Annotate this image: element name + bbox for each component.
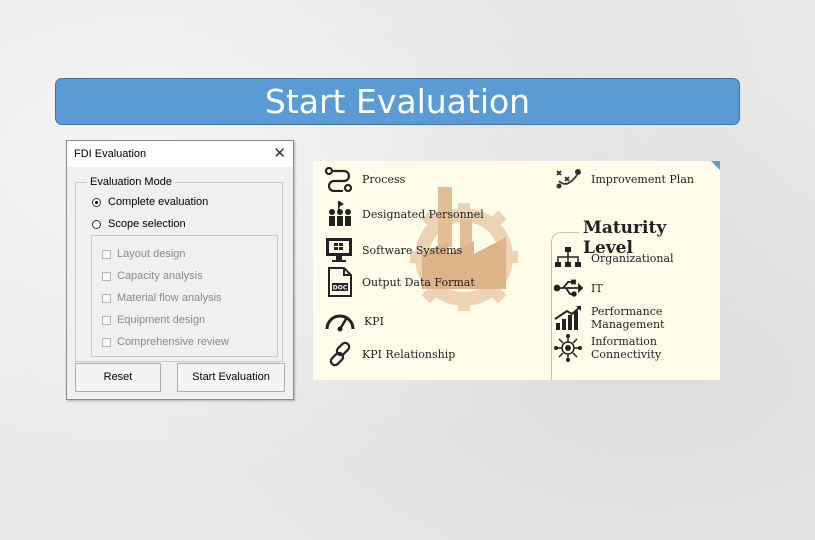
item-label: Organizational bbox=[591, 251, 674, 265]
maturity-item-it: IT bbox=[553, 278, 603, 298]
panel-item-output-data-format: DOC Output Data Format bbox=[326, 266, 475, 298]
process-icon bbox=[324, 166, 353, 192]
panel-item-kpi: KPI bbox=[324, 310, 384, 332]
reset-button[interactable]: Reset bbox=[75, 363, 161, 392]
checkbox-icon[interactable] bbox=[102, 293, 111, 303]
radio-label: Complete evaluation bbox=[108, 196, 209, 208]
growth-chart-icon bbox=[554, 306, 581, 330]
link-icon bbox=[329, 341, 351, 367]
radio-label: Scope selection bbox=[108, 218, 186, 230]
monitor-icon bbox=[326, 238, 352, 262]
item-label: Designated Personnel bbox=[362, 207, 484, 221]
org-chart-icon bbox=[555, 247, 581, 267]
evaluation-mode-label: Evaluation Mode bbox=[87, 176, 175, 188]
dialog-titlebar: FDI Evaluation ✕ bbox=[67, 141, 293, 167]
gauge-icon bbox=[325, 314, 355, 332]
scope-options-group: Layout design Capacity analysis Material… bbox=[91, 235, 278, 357]
checkbox-equipment-design[interactable]: Equipment design bbox=[102, 314, 205, 326]
radio-complete-evaluation[interactable]: Complete evaluation bbox=[92, 196, 208, 208]
checkbox-comprehensive-review[interactable]: Comprehensive review bbox=[102, 336, 229, 348]
checkbox-icon[interactable] bbox=[102, 271, 111, 281]
item-label: KPI bbox=[364, 314, 384, 328]
corner-accent bbox=[711, 161, 720, 170]
checkbox-label: Comprehensive review bbox=[117, 336, 229, 348]
panel-item-improvement-plan: Improvement Plan bbox=[555, 167, 694, 191]
evaluation-framework-panel: Process Designated Personnel Software Sy… bbox=[313, 161, 720, 380]
checkbox-label: Equipment design bbox=[117, 314, 206, 326]
panel-item-kpi-relationship: KPI Relationship bbox=[326, 340, 455, 368]
panel-item-software-systems: Software Systems bbox=[324, 236, 462, 264]
evaluation-mode-group: Evaluation Mode Complete evaluation Scop… bbox=[75, 176, 283, 362]
panel-item-designated-personnel: Designated Personnel bbox=[324, 200, 484, 228]
item-label: Process bbox=[362, 172, 406, 186]
checkbox-icon[interactable] bbox=[102, 337, 111, 347]
item-label: Information Connectivity bbox=[591, 335, 662, 361]
start-evaluation-button[interactable]: Start Evaluation bbox=[177, 363, 285, 392]
maturity-item-information-connectivity: Information Connectivity bbox=[553, 334, 720, 362]
doc-icon: DOC bbox=[328, 267, 352, 297]
checkbox-icon[interactable] bbox=[102, 249, 111, 259]
checkbox-label: Material flow analysis bbox=[117, 292, 222, 304]
usb-icon bbox=[553, 279, 583, 297]
radio-button-icon[interactable] bbox=[92, 219, 101, 229]
item-label: IT bbox=[591, 281, 603, 295]
close-icon[interactable]: ✕ bbox=[273, 144, 286, 162]
svg-text:DOC: DOC bbox=[333, 285, 348, 292]
checkbox-label: Layout design bbox=[117, 248, 186, 260]
item-label: Output Data Format bbox=[362, 275, 475, 289]
fdi-evaluation-dialog: FDI Evaluation ✕ Evaluation Mode Complet… bbox=[66, 140, 294, 400]
checkbox-label: Capacity analysis bbox=[117, 270, 203, 282]
maturity-item-performance-management: Performance Management bbox=[553, 305, 720, 331]
maturity-item-organizational: Organizational bbox=[553, 246, 674, 270]
improvement-icon bbox=[556, 169, 581, 189]
checkbox-material-flow-analysis[interactable]: Material flow analysis bbox=[102, 292, 222, 304]
item-label: KPI Relationship bbox=[362, 347, 456, 361]
personnel-icon bbox=[329, 201, 351, 226]
item-label: Software Systems bbox=[362, 243, 463, 257]
panel-item-process: Process bbox=[324, 166, 405, 192]
network-icon bbox=[554, 334, 582, 362]
dialog-title: FDI Evaluation bbox=[74, 148, 147, 160]
item-label: Improvement Plan bbox=[591, 172, 694, 186]
checkbox-capacity-analysis[interactable]: Capacity analysis bbox=[102, 270, 203, 282]
start-evaluation-banner: Start Evaluation bbox=[55, 78, 740, 125]
checkbox-icon[interactable] bbox=[102, 315, 111, 325]
item-label: Performance Management bbox=[591, 305, 665, 331]
radio-scope-selection[interactable]: Scope selection bbox=[92, 218, 186, 230]
radio-button-icon[interactable] bbox=[92, 197, 101, 207]
checkbox-layout-design[interactable]: Layout design bbox=[102, 248, 186, 260]
